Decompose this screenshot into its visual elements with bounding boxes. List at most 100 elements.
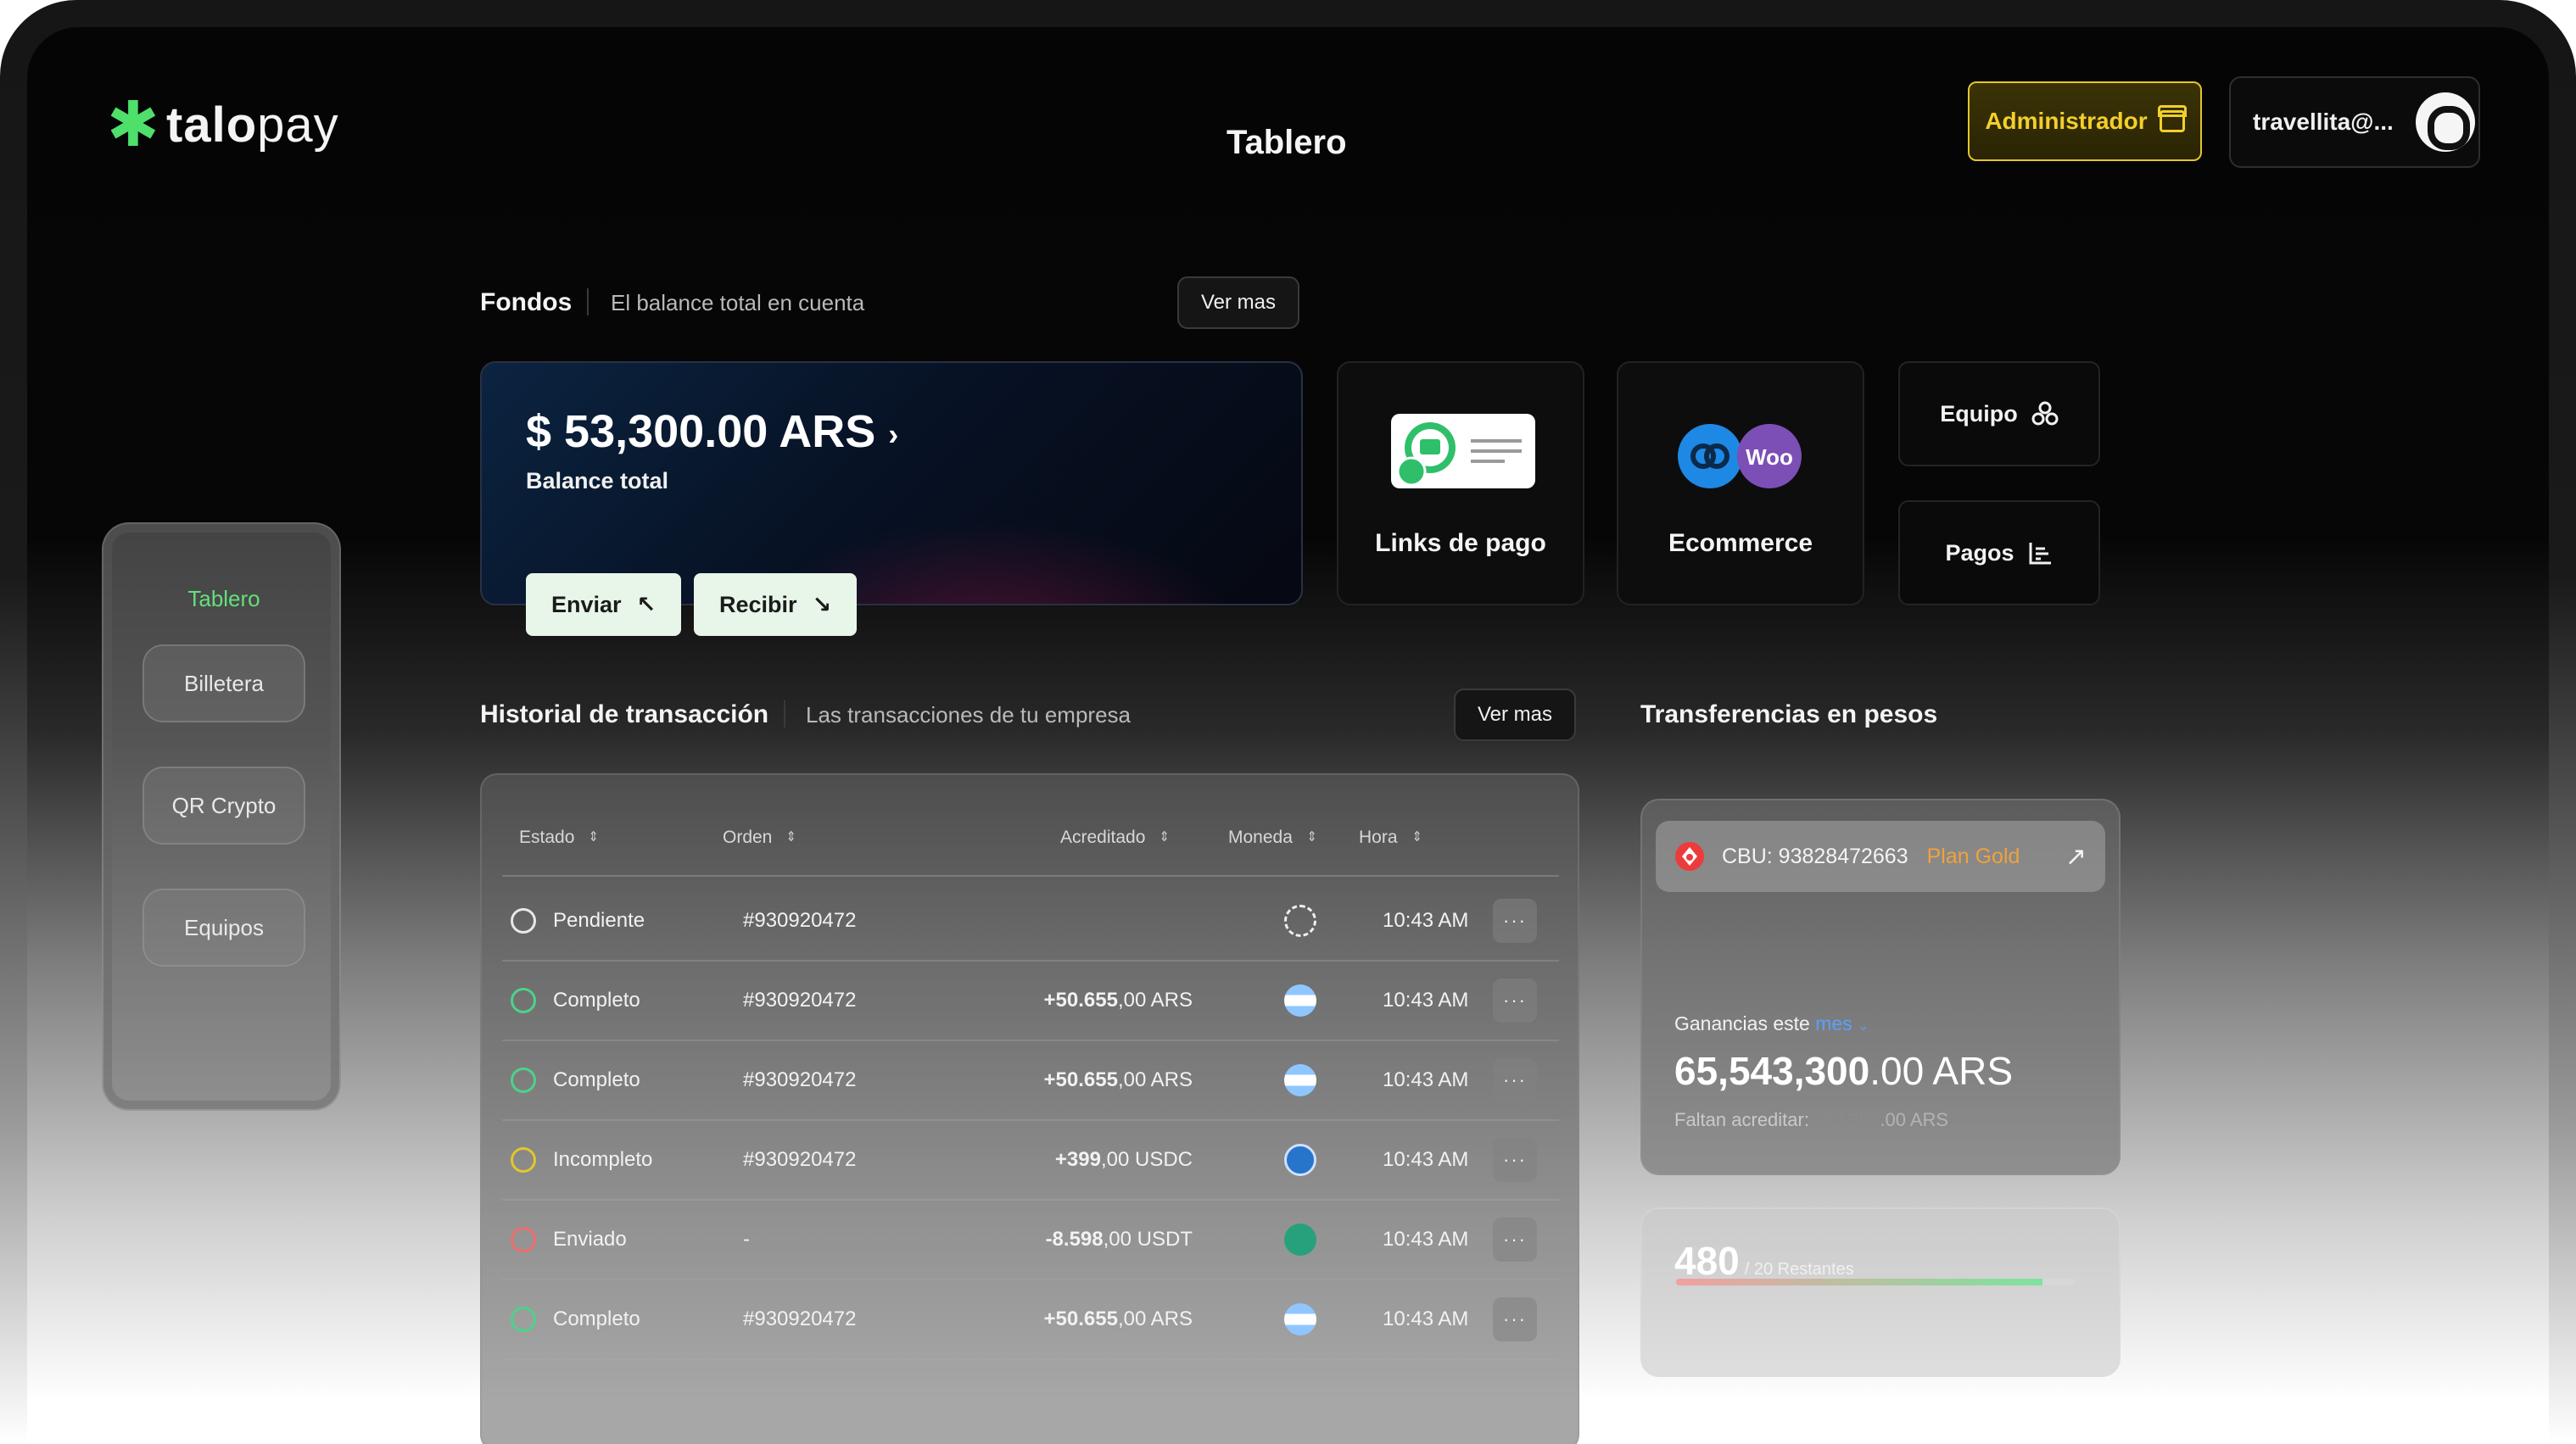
team-icon	[2031, 401, 2059, 426]
time-cell: 10:43 AM	[1383, 1148, 1469, 1171]
more-options-icon[interactable]: ···	[1493, 978, 1537, 1023]
ars-coin-icon	[1284, 1303, 1316, 1335]
divider	[784, 700, 785, 728]
user-menu[interactable]: travellita@...	[2229, 76, 2480, 168]
chevron-right-icon: ›	[888, 416, 899, 452]
team-tile[interactable]: Equipo	[1898, 361, 2100, 466]
row-actions: ···	[1493, 1041, 1537, 1119]
order-cell: -	[743, 1228, 750, 1251]
bar-chart-icon	[2029, 543, 2051, 565]
funds-title: Fondos	[480, 288, 573, 316]
sidebar-item-label: Billetera	[184, 670, 264, 696]
more-options-icon[interactable]: ···	[1493, 899, 1537, 943]
status-icon	[511, 988, 536, 1013]
cbu-number: CBU: 93828472663	[1722, 844, 1908, 868]
more-options-icon[interactable]: ···	[1493, 1218, 1537, 1262]
history-subtitle: Las transacciones de tu empresa	[806, 702, 1131, 728]
usage-card	[1640, 1207, 2121, 1377]
column-header-orden[interactable]: Orden ⇕	[723, 828, 797, 848]
sort-icon: ⇕	[786, 830, 797, 845]
payments-tile[interactable]: Pagos	[1898, 500, 2100, 605]
history-more-button[interactable]: Ver mas	[1454, 689, 1576, 741]
send-button[interactable]: Enviar ↖	[526, 573, 682, 636]
asterisk-logo-icon: ✱	[107, 89, 160, 159]
currency-cell	[1284, 882, 1316, 960]
ars-coin-icon	[1284, 984, 1316, 1017]
time-cell: 10:43 AM	[1383, 989, 1469, 1012]
earnings-amount: 65,543,300.00 ARS	[1674, 1049, 2014, 1093]
team-label: Equipo	[1940, 400, 2018, 427]
status-cell: Completo	[511, 962, 640, 1040]
sidebar-item-equipos[interactable]: Equipos	[142, 889, 305, 967]
receive-button[interactable]: Recibir ↘	[694, 573, 858, 636]
status-icon	[511, 908, 536, 934]
usdc-coin-icon	[1284, 1144, 1316, 1176]
transfers-title: Transferencias en pesos	[1640, 700, 1938, 728]
amount-cell	[943, 882, 1193, 960]
sidebar-item-tablero[interactable]: Tablero	[142, 560, 305, 638]
payment-links-label: Links de pago	[1375, 529, 1546, 557]
arrow-down-right-icon: ↘	[812, 591, 832, 617]
currency-cell	[1284, 1201, 1316, 1279]
column-header-hora[interactable]: Hora ⇕	[1359, 828, 1422, 848]
talopay-logo[interactable]: ✱ talopay	[107, 93, 339, 156]
external-link-icon[interactable]: ↗	[2065, 842, 2087, 872]
ecommerce-integrations-icon: Woo	[1678, 424, 1802, 488]
device-frame: ✱ talopay Tablero Administrador travelli…	[0, 0, 2576, 1444]
status-cell: Completo	[511, 1280, 640, 1358]
pending-credit: Faltan acreditar: 43,300.00 ARS	[1674, 1109, 1949, 1130]
order-cell: #930920472	[743, 909, 857, 932]
table-row[interactable]: Pendiente #930920472 10:43 AM ···	[502, 882, 1559, 962]
balance-card[interactable]: $ 53,300.00 ARS › Balance total	[480, 361, 1303, 605]
more-options-icon[interactable]: ···	[1493, 1138, 1537, 1182]
administrator-button[interactable]: Administrador	[1968, 81, 2202, 161]
payment-links-tile[interactable]: Links de pago	[1337, 361, 1584, 605]
table-row[interactable]: Completo #930920472 +50.655,00 ARS 10:43 AM…	[502, 962, 1559, 1041]
page-title: Tablero	[1227, 124, 1347, 161]
bank-logo-icon	[1675, 842, 1704, 871]
plan-badge: Plan Gold	[1926, 844, 2020, 868]
status-icon	[511, 1227, 536, 1252]
usage-progress-bar	[1676, 1279, 2075, 1285]
funds-more-button[interactable]: Ver mas	[1177, 276, 1299, 329]
svg-text:Woo: Woo	[1746, 444, 1793, 470]
table-row[interactable]: Incompleto #930920472 +399,00 USDC 10:43 AM…	[502, 1121, 1559, 1201]
column-header-acreditado[interactable]: Acreditado ⇕	[1060, 828, 1171, 848]
pending-coin-icon	[1284, 905, 1316, 937]
user-email: travellita@...	[2253, 109, 2394, 135]
table-row[interactable]: Completo #930920472 +50.655,00 ARS 10:43 AM…	[502, 1041, 1559, 1121]
column-header-estado[interactable]: Estado ⇕	[519, 828, 600, 848]
amount-cell: +50.655,00 ARS	[1043, 989, 1193, 1012]
funds-subtitle: El balance total en cuenta	[611, 290, 865, 315]
sidebar-item-qr-crypto[interactable]: QR Crypto	[142, 767, 305, 845]
more-options-icon[interactable]: ···	[1493, 1058, 1537, 1102]
status-cell: Pendiente	[511, 882, 645, 960]
admin-label: Administrador	[1985, 108, 2148, 134]
table-header-divider	[502, 875, 1559, 877]
row-actions: ···	[1493, 1121, 1537, 1199]
sidebar-item-billetera[interactable]: Billetera	[142, 644, 305, 722]
sort-icon: ⇕	[1306, 830, 1317, 845]
sidebar-item-label: QR Crypto	[171, 792, 277, 818]
logo-wordmark: talopay	[166, 97, 339, 153]
currency-cell	[1284, 1280, 1316, 1358]
usdt-coin-icon	[1284, 1224, 1316, 1256]
table-row[interactable]: Enviado - -8.598,00 USDT 10:43 AM ···	[502, 1201, 1559, 1280]
table-row[interactable]: Completo #930920472 +50.655,00 ARS 10:43 AM…	[502, 1280, 1559, 1360]
row-actions: ···	[1493, 1201, 1537, 1279]
receive-label: Recibir	[719, 591, 797, 617]
ars-coin-icon	[1284, 1064, 1316, 1096]
status-icon	[511, 1307, 536, 1332]
status-icon	[511, 1147, 536, 1173]
sidebar-item-label: Equipos	[184, 914, 264, 940]
amount-cell: -8.598,00 USDT	[1045, 1228, 1193, 1251]
period-dropdown[interactable]: mes ⌄	[1815, 1012, 1869, 1034]
column-header-moneda[interactable]: Moneda ⇕	[1228, 828, 1317, 848]
time-cell: 10:43 AM	[1383, 1307, 1469, 1330]
sort-icon: ⇕	[1411, 830, 1422, 845]
payments-label: Pagos	[1945, 539, 2014, 566]
order-cell: #930920472	[743, 1068, 857, 1091]
ecommerce-label: Ecommerce	[1668, 529, 1813, 557]
more-options-icon[interactable]: ···	[1493, 1297, 1537, 1341]
ecommerce-tile[interactable]: Woo Ecommerce	[1617, 361, 1864, 605]
